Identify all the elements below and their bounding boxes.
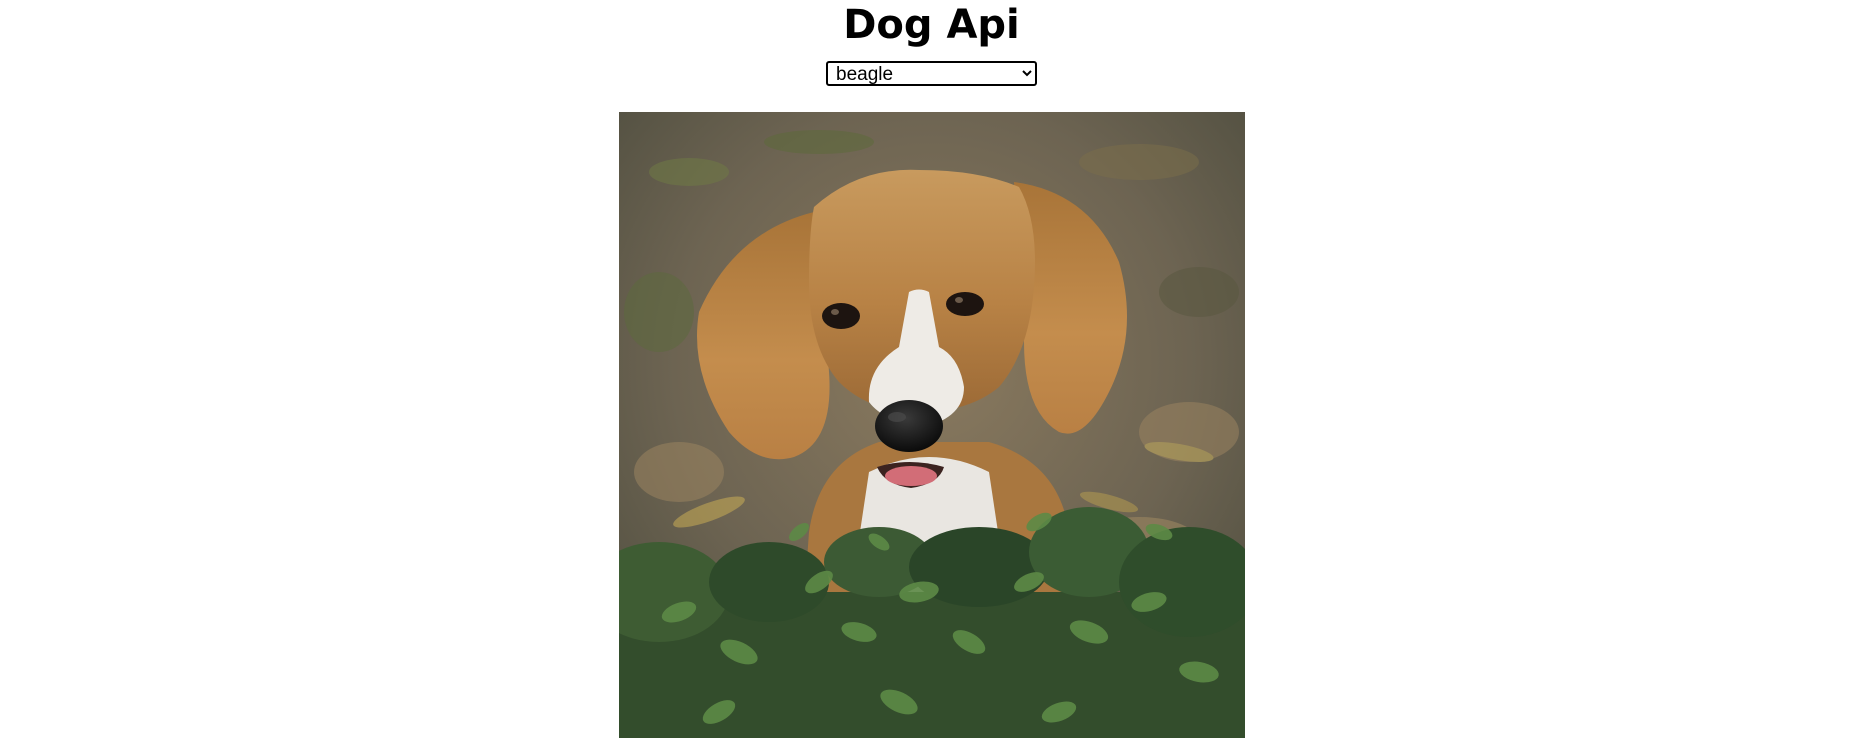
breed-select[interactable]: beagle [826,61,1037,86]
dog-left-eye [822,303,860,329]
page-title: Dog Api [843,2,1020,48]
dog-nose [875,400,943,452]
dog-photo [619,112,1245,738]
dog-right-eye [946,292,984,316]
page: Dog Api beagle [0,0,1863,753]
dog-tongue [885,466,937,486]
